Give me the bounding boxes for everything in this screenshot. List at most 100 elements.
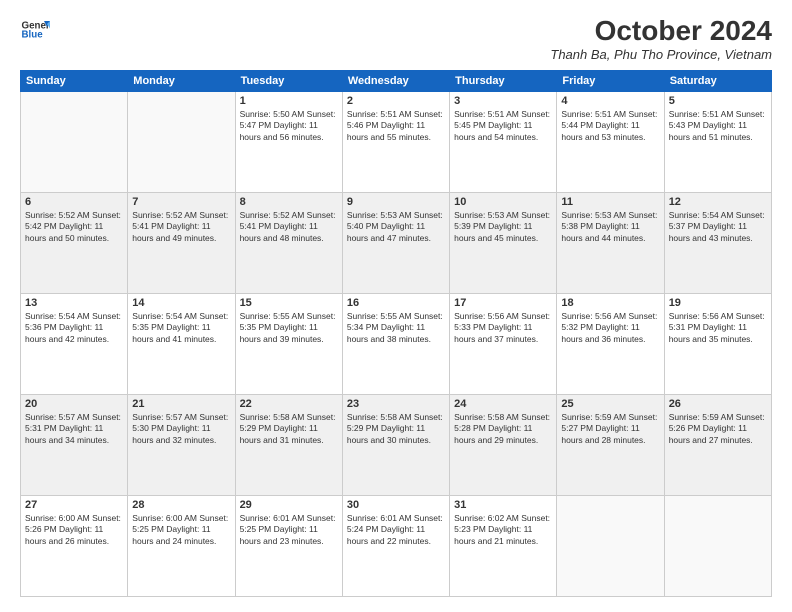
day-number: 27 xyxy=(25,499,123,511)
day-number: 5 xyxy=(669,95,767,107)
day-info: Sunrise: 5:59 AM Sunset: 5:26 PM Dayligh… xyxy=(669,412,767,446)
calendar-cell: 21 Sunrise: 5:57 AM Sunset: 5:30 PM Dayli… xyxy=(128,395,235,496)
day-number: 17 xyxy=(454,297,552,309)
day-number: 19 xyxy=(669,297,767,309)
col-saturday: Saturday xyxy=(664,71,771,92)
day-number: 8 xyxy=(240,196,338,208)
calendar-cell: 1Sunrise: 5:50 AM Sunset: 5:47 PM Daylig… xyxy=(235,92,342,193)
day-info: Sunrise: 5:58 AM Sunset: 5:29 PM Dayligh… xyxy=(347,412,445,446)
calendar-cell xyxy=(128,92,235,193)
day-number: 6 xyxy=(25,196,123,208)
day-info: Sunrise: 5:51 AM Sunset: 5:44 PM Dayligh… xyxy=(561,109,659,143)
calendar-cell xyxy=(557,496,664,597)
day-info: Sunrise: 5:52 AM Sunset: 5:41 PM Dayligh… xyxy=(132,210,230,244)
day-number: 4 xyxy=(561,95,659,107)
day-number: 31 xyxy=(454,499,552,511)
calendar-cell: 31 Sunrise: 6:02 AM Sunset: 5:23 PM Dayli… xyxy=(450,496,557,597)
day-info: Sunrise: 5:55 AM Sunset: 5:34 PM Dayligh… xyxy=(347,311,445,345)
calendar-table: Sunday Monday Tuesday Wednesday Thursday… xyxy=(20,70,772,597)
day-info: Sunrise: 5:56 AM Sunset: 5:31 PM Dayligh… xyxy=(669,311,767,345)
day-number: 10 xyxy=(454,196,552,208)
day-info: Sunrise: 5:58 AM Sunset: 5:29 PM Dayligh… xyxy=(240,412,338,446)
month-title: October 2024 xyxy=(550,15,772,47)
day-info: Sunrise: 6:01 AM Sunset: 5:24 PM Dayligh… xyxy=(347,513,445,547)
calendar-cell xyxy=(664,496,771,597)
calendar-cell xyxy=(21,92,128,193)
day-info: Sunrise: 5:54 AM Sunset: 5:35 PM Dayligh… xyxy=(132,311,230,345)
calendar-cell: 24 Sunrise: 5:58 AM Sunset: 5:28 PM Dayli… xyxy=(450,395,557,496)
day-info: Sunrise: 6:00 AM Sunset: 5:25 PM Dayligh… xyxy=(132,513,230,547)
day-number: 14 xyxy=(132,297,230,309)
page: General Blue October 2024 Thanh Ba, Phu … xyxy=(0,0,792,612)
calendar-week-2: 6 Sunrise: 5:52 AM Sunset: 5:42 PM Daylig… xyxy=(21,193,772,294)
col-thursday: Thursday xyxy=(450,71,557,92)
col-monday: Monday xyxy=(128,71,235,92)
day-info: Sunrise: 5:53 AM Sunset: 5:38 PM Dayligh… xyxy=(561,210,659,244)
day-number: 22 xyxy=(240,398,338,410)
day-number: 20 xyxy=(25,398,123,410)
day-info: Sunrise: 5:59 AM Sunset: 5:27 PM Dayligh… xyxy=(561,412,659,446)
col-tuesday: Tuesday xyxy=(235,71,342,92)
calendar-cell: 17 Sunrise: 5:56 AM Sunset: 5:33 PM Dayli… xyxy=(450,294,557,395)
calendar-cell: 14 Sunrise: 5:54 AM Sunset: 5:35 PM Dayli… xyxy=(128,294,235,395)
calendar-cell: 22 Sunrise: 5:58 AM Sunset: 5:29 PM Dayli… xyxy=(235,395,342,496)
day-number: 13 xyxy=(25,297,123,309)
calendar-cell: 2Sunrise: 5:51 AM Sunset: 5:46 PM Daylig… xyxy=(342,92,449,193)
calendar-cell: 4 Sunrise: 5:51 AM Sunset: 5:44 PM Daylig… xyxy=(557,92,664,193)
day-number: 2 xyxy=(347,95,445,107)
day-info: Sunrise: 5:52 AM Sunset: 5:42 PM Dayligh… xyxy=(25,210,123,244)
day-info: Sunrise: 5:56 AM Sunset: 5:33 PM Dayligh… xyxy=(454,311,552,345)
calendar-cell: 27 Sunrise: 6:00 AM Sunset: 5:26 PM Dayli… xyxy=(21,496,128,597)
day-info: Sunrise: 5:54 AM Sunset: 5:36 PM Dayligh… xyxy=(25,311,123,345)
col-friday: Friday xyxy=(557,71,664,92)
calendar-cell: 12 Sunrise: 5:54 AM Sunset: 5:37 PM Dayli… xyxy=(664,193,771,294)
day-info: Sunrise: 5:51 AM Sunset: 5:43 PM Dayligh… xyxy=(669,109,767,143)
calendar-cell: 8 Sunrise: 5:52 AM Sunset: 5:41 PM Daylig… xyxy=(235,193,342,294)
calendar-cell: 9Sunrise: 5:53 AM Sunset: 5:40 PM Daylig… xyxy=(342,193,449,294)
day-info: Sunrise: 6:02 AM Sunset: 5:23 PM Dayligh… xyxy=(454,513,552,547)
day-number: 28 xyxy=(132,499,230,511)
logo: General Blue xyxy=(20,15,50,45)
day-info: Sunrise: 5:58 AM Sunset: 5:28 PM Dayligh… xyxy=(454,412,552,446)
title-block: October 2024 Thanh Ba, Phu Tho Province,… xyxy=(550,15,772,62)
day-info: Sunrise: 5:55 AM Sunset: 5:35 PM Dayligh… xyxy=(240,311,338,345)
logo-icon: General Blue xyxy=(20,15,50,45)
day-info: Sunrise: 5:57 AM Sunset: 5:31 PM Dayligh… xyxy=(25,412,123,446)
day-info: Sunrise: 5:56 AM Sunset: 5:32 PM Dayligh… xyxy=(561,311,659,345)
calendar-week-1: 1Sunrise: 5:50 AM Sunset: 5:47 PM Daylig… xyxy=(21,92,772,193)
day-number: 1 xyxy=(240,95,338,107)
day-number: 21 xyxy=(132,398,230,410)
day-info: Sunrise: 5:57 AM Sunset: 5:30 PM Dayligh… xyxy=(132,412,230,446)
calendar-cell: 5 Sunrise: 5:51 AM Sunset: 5:43 PM Daylig… xyxy=(664,92,771,193)
calendar-cell: 13 Sunrise: 5:54 AM Sunset: 5:36 PM Dayli… xyxy=(21,294,128,395)
calendar-cell: 6 Sunrise: 5:52 AM Sunset: 5:42 PM Daylig… xyxy=(21,193,128,294)
calendar-cell: 23 Sunrise: 5:58 AM Sunset: 5:29 PM Dayli… xyxy=(342,395,449,496)
day-info: Sunrise: 5:51 AM Sunset: 5:45 PM Dayligh… xyxy=(454,109,552,143)
calendar-cell: 10 Sunrise: 5:53 AM Sunset: 5:39 PM Dayli… xyxy=(450,193,557,294)
day-info: Sunrise: 6:00 AM Sunset: 5:26 PM Dayligh… xyxy=(25,513,123,547)
day-number: 24 xyxy=(454,398,552,410)
col-sunday: Sunday xyxy=(21,71,128,92)
calendar-cell: 20 Sunrise: 5:57 AM Sunset: 5:31 PM Dayli… xyxy=(21,395,128,496)
header-row: Sunday Monday Tuesday Wednesday Thursday… xyxy=(21,71,772,92)
day-number: 15 xyxy=(240,297,338,309)
day-number: 30 xyxy=(347,499,445,511)
calendar-week-5: 27 Sunrise: 6:00 AM Sunset: 5:26 PM Dayli… xyxy=(21,496,772,597)
day-number: 3 xyxy=(454,95,552,107)
day-number: 18 xyxy=(561,297,659,309)
day-info: Sunrise: 6:01 AM Sunset: 5:25 PM Dayligh… xyxy=(240,513,338,547)
day-number: 9 xyxy=(347,196,445,208)
day-number: 25 xyxy=(561,398,659,410)
day-info: Sunrise: 5:52 AM Sunset: 5:41 PM Dayligh… xyxy=(240,210,338,244)
calendar-cell: 26Sunrise: 5:59 AM Sunset: 5:26 PM Dayli… xyxy=(664,395,771,496)
calendar-cell: 16 Sunrise: 5:55 AM Sunset: 5:34 PM Dayli… xyxy=(342,294,449,395)
day-number: 16 xyxy=(347,297,445,309)
calendar-cell: 11 Sunrise: 5:53 AM Sunset: 5:38 PM Dayli… xyxy=(557,193,664,294)
day-number: 12 xyxy=(669,196,767,208)
subtitle: Thanh Ba, Phu Tho Province, Vietnam xyxy=(550,47,772,62)
day-number: 11 xyxy=(561,196,659,208)
day-number: 23 xyxy=(347,398,445,410)
day-info: Sunrise: 5:54 AM Sunset: 5:37 PM Dayligh… xyxy=(669,210,767,244)
day-info: Sunrise: 5:53 AM Sunset: 5:39 PM Dayligh… xyxy=(454,210,552,244)
calendar-week-3: 13 Sunrise: 5:54 AM Sunset: 5:36 PM Dayli… xyxy=(21,294,772,395)
